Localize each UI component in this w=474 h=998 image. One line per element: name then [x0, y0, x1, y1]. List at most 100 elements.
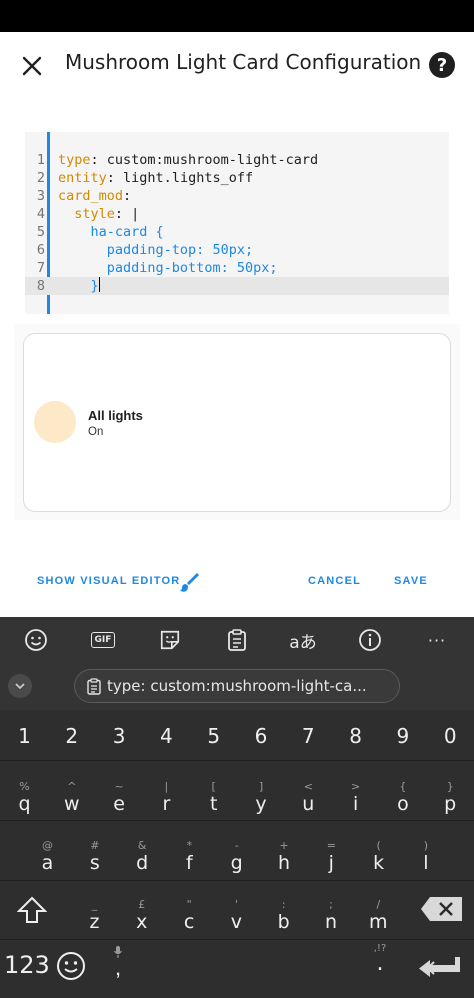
key-h[interactable]: + h [261, 839, 308, 874]
key-2[interactable]: 2 [48, 724, 95, 748]
clipboard-text: type: custom:mushroom-light-ca... [107, 677, 367, 695]
emoji-icon[interactable] [21, 627, 51, 653]
sticker-icon[interactable] [155, 627, 185, 653]
dialog-header: Mushroom Light Card Configuration ? [0, 32, 474, 94]
line-number: 4 [36, 206, 45, 222]
key-v[interactable]: ' v [213, 898, 260, 933]
key-q[interactable]: % q [1, 780, 48, 815]
key-a[interactable]: @ a [24, 839, 71, 874]
key-secondary-label: ; [329, 898, 333, 911]
yaml-key: entity [58, 170, 107, 186]
line-number: 5 [36, 224, 45, 240]
enter-key[interactable] [416, 955, 462, 981]
key-o[interactable]: {o [379, 780, 426, 815]
backspace-key[interactable] [420, 896, 464, 922]
key-secondary-label: * [186, 839, 193, 852]
key-5[interactable]: 5 [190, 724, 237, 748]
shift-key[interactable] [14, 893, 50, 927]
key-k[interactable]: (k [355, 839, 402, 874]
key-i[interactable]: > i [332, 780, 379, 815]
emoji-key[interactable] [56, 951, 86, 986]
translate-icon[interactable]: aあ [288, 627, 318, 653]
key-s[interactable]: # s [71, 839, 118, 874]
key-secondary-label: £ [138, 898, 146, 911]
info-icon[interactable] [355, 627, 385, 653]
key-8[interactable]: 8 [332, 724, 379, 748]
key-3[interactable]: 3 [96, 724, 143, 748]
key-w[interactable]: ^ w [48, 780, 95, 815]
cancel-button[interactable]: CANCEL [308, 575, 361, 587]
key-1[interactable]: 1 [1, 724, 48, 748]
key-4[interactable]: 4 [143, 724, 190, 748]
comma-label: , [114, 955, 122, 980]
key-secondary-label: ^ [67, 780, 77, 793]
code-line[interactable]: 7 padding-bottom: 50px; [25, 259, 449, 277]
yaml-code-editor[interactable]: 1 type: custom:mushroom-light-card 2 entity… [25, 132, 449, 314]
key-j[interactable]: = j [308, 839, 355, 874]
code-line[interactable]: 8 } [25, 277, 449, 295]
key-g[interactable]: -g [213, 839, 260, 874]
key-label: b [277, 911, 290, 933]
key-7[interactable]: 7 [285, 724, 332, 748]
space-bar[interactable] [130, 951, 356, 987]
line-number: 8 [36, 278, 45, 294]
save-button[interactable]: SAVE [394, 575, 428, 587]
more-icon[interactable]: ··· [422, 627, 452, 653]
yaml-separator: : [114, 206, 132, 222]
code-line[interactable]: 6 padding-top: 50px; [25, 241, 449, 259]
code-line[interactable]: 4 style: | [25, 205, 449, 223]
key-d[interactable]: & d [119, 839, 166, 874]
key-f[interactable]: * f [166, 839, 213, 874]
key-l[interactable]: ) l [402, 839, 449, 874]
key-9[interactable]: 9 [379, 724, 426, 748]
code-line[interactable]: 3 card_mod: [25, 187, 449, 205]
key-p[interactable]: } p [427, 780, 474, 815]
key-z[interactable]: _ z [71, 898, 118, 933]
clipboard-suggestion-chip[interactable]: type: custom:mushroom-light-ca... [74, 669, 400, 703]
code-line[interactable]: 1 type: custom:mushroom-light-card [25, 151, 449, 169]
light-bulb-icon[interactable] [34, 401, 76, 443]
key-6[interactable]: 6 [238, 724, 285, 748]
key-b[interactable]: :b [260, 898, 307, 933]
css-text: } [90, 278, 99, 294]
key-secondary-label: + [279, 839, 289, 852]
yaml-key: type [58, 152, 91, 168]
line-number: 2 [36, 170, 45, 186]
code-lines: 1 type: custom:mushroom-light-card 2 entity… [25, 151, 449, 295]
gif-icon[interactable]: GIF [88, 627, 118, 653]
period-key[interactable]: ,!? . [368, 943, 392, 975]
yaml-separator: : [123, 188, 132, 204]
key-label: w [64, 793, 80, 815]
key-c[interactable]: " c [166, 898, 213, 933]
key-m[interactable]: / m [355, 898, 402, 933]
soft-keyboard: GIF aあ ··· type: custom:mushroom-light-c… [0, 617, 474, 998]
key-e[interactable]: ~ e [96, 780, 143, 815]
yaml-value: custom:mushroom-light-card [106, 152, 319, 168]
key-u[interactable]: < u [285, 780, 332, 815]
clipboard-suggestion-row: type: custom:mushroom-light-ca... [0, 664, 474, 710]
show-visual-editor-button[interactable]: SHOW VISUAL EDITOR [37, 575, 180, 587]
code-line[interactable]: 5 ha-card { [25, 223, 449, 241]
key-secondary-label: } [446, 780, 454, 793]
comma-key[interactable]: , [108, 941, 128, 980]
css-text: ha-card { [90, 224, 164, 240]
close-button[interactable] [14, 48, 50, 84]
key-t[interactable]: [t [190, 780, 237, 815]
help-button[interactable]: ? [429, 52, 455, 78]
key-label: g [230, 852, 243, 874]
key-y[interactable]: ] y [238, 780, 285, 815]
clipboard-icon[interactable] [222, 627, 252, 653]
key-label: 2 [65, 724, 79, 748]
symbols-key[interactable]: 123 [4, 951, 50, 979]
code-line[interactable]: 2 entity: light.lights_off [25, 169, 449, 187]
line-number: 6 [36, 242, 45, 258]
brush-icon[interactable] [177, 570, 201, 594]
key-label: i [352, 793, 359, 815]
key-r[interactable]: | r [143, 780, 190, 815]
chevron-down-icon[interactable] [8, 674, 32, 698]
key-n[interactable]: ; n [308, 898, 355, 933]
key-x[interactable]: £ x [118, 898, 165, 933]
key-0[interactable]: 0 [427, 724, 474, 748]
